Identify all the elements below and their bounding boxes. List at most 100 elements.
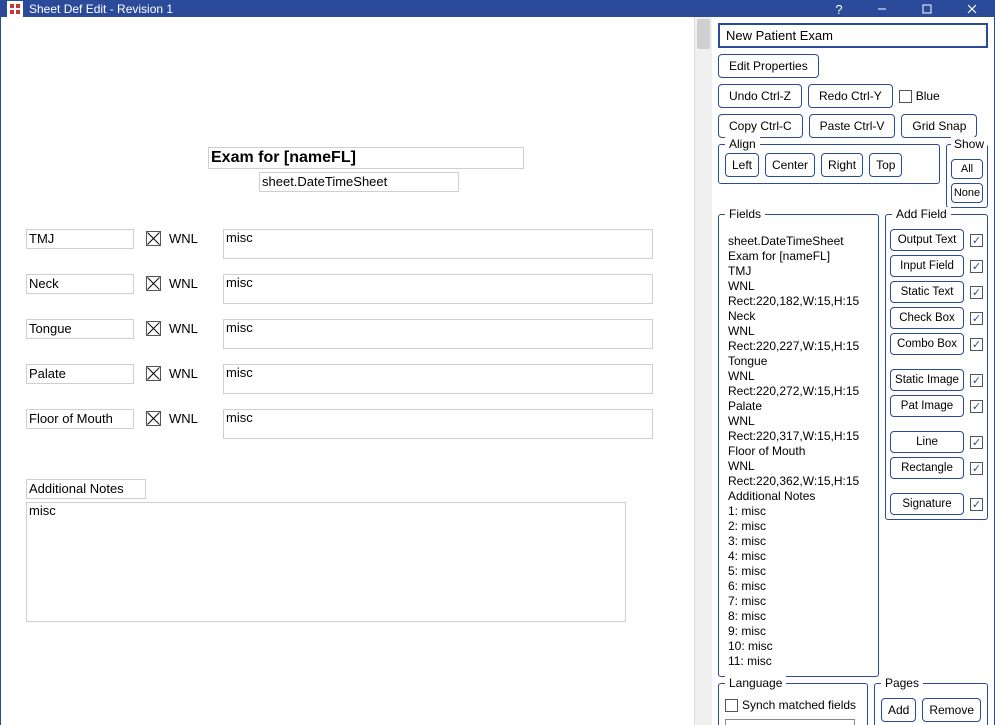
- fields-list-item[interactable]: WNL: [728, 324, 869, 339]
- canvas-check-3[interactable]: [146, 366, 161, 381]
- canvas-wnl-4[interactable]: WNL: [166, 409, 208, 429]
- fields-list-item[interactable]: 11: misc: [728, 654, 869, 669]
- fields-list-item[interactable]: WNL: [728, 369, 869, 384]
- canvas-check-2[interactable]: [146, 321, 161, 336]
- fields-list-item[interactable]: 10: misc: [728, 639, 869, 654]
- fields-list[interactable]: sheet.DateTimeSheetExam for [nameFL]TMJW…: [723, 231, 874, 672]
- blue-checkbox[interactable]: Blue: [899, 89, 940, 103]
- add-input-field-button[interactable]: Input Field: [890, 255, 964, 277]
- fields-list-item[interactable]: 2: misc: [728, 519, 869, 534]
- fields-list-item[interactable]: Tongue: [728, 354, 869, 369]
- fields-list-item[interactable]: sheet.DateTimeSheet: [728, 234, 869, 249]
- canvas-datetime[interactable]: sheet.DateTimeSheet: [259, 172, 459, 192]
- fields-list-item[interactable]: Rect:220,317,W:15,H:15: [728, 429, 869, 444]
- add-static-text-button[interactable]: Static Text: [890, 281, 964, 303]
- canvas-label-4[interactable]: Floor of Mouth: [26, 409, 134, 429]
- add-rectangle-button[interactable]: Rectangle: [890, 457, 964, 479]
- help-button[interactable]: ?: [819, 1, 859, 17]
- show-rectangle-checkbox[interactable]: [970, 462, 983, 475]
- canvas-wnl-2[interactable]: WNL: [166, 319, 208, 339]
- fields-list-item[interactable]: 5: misc: [728, 564, 869, 579]
- canvas-check-1[interactable]: [146, 276, 161, 291]
- canvas-label-3[interactable]: Palate: [26, 364, 134, 384]
- canvas-misc-2[interactable]: misc: [223, 319, 653, 349]
- align-top-button[interactable]: Top: [869, 153, 902, 177]
- fields-list-item[interactable]: TMJ: [728, 264, 869, 279]
- fields-list-item[interactable]: 6: misc: [728, 579, 869, 594]
- canvas-header[interactable]: Exam for [nameFL]: [208, 147, 524, 169]
- fields-list-item[interactable]: WNL: [728, 459, 869, 474]
- add-signature-button[interactable]: Signature: [890, 493, 964, 515]
- fields-list-item[interactable]: 9: misc: [728, 624, 869, 639]
- align-right-button[interactable]: Right: [821, 153, 863, 177]
- copy-button[interactable]: Copy Ctrl-C: [718, 114, 803, 138]
- fields-list-item[interactable]: Neck: [728, 309, 869, 324]
- fields-list-item[interactable]: 1: misc: [728, 504, 869, 519]
- fields-list-item[interactable]: Rect:220,227,W:15,H:15: [728, 339, 869, 354]
- fields-list-item[interactable]: 7: misc: [728, 594, 869, 609]
- show-check-box-checkbox[interactable]: [970, 312, 983, 325]
- page-remove-button[interactable]: Remove: [922, 698, 981, 722]
- show-static-text-checkbox[interactable]: [970, 286, 983, 299]
- fields-list-item[interactable]: Rect:220,182,W:15,H:15: [728, 294, 869, 309]
- fields-list-item[interactable]: Palate: [728, 399, 869, 414]
- canvas-label-2[interactable]: Tongue: [26, 319, 134, 339]
- align-legend: Align: [725, 137, 760, 151]
- fields-list-item[interactable]: 8: misc: [728, 609, 869, 624]
- canvas-wnl-3[interactable]: WNL: [166, 364, 208, 384]
- align-center-button[interactable]: Center: [765, 153, 815, 177]
- fields-list-item[interactable]: Exam for [nameFL]: [728, 249, 869, 264]
- canvas-notes-value[interactable]: misc: [26, 502, 626, 622]
- fields-list-item[interactable]: WNL: [728, 414, 869, 429]
- canvas-misc-4[interactable]: misc: [223, 409, 653, 439]
- maximize-button[interactable]: [904, 1, 949, 17]
- show-input-field-checkbox[interactable]: [970, 260, 983, 273]
- canvas-misc-0[interactable]: misc: [223, 229, 653, 259]
- close-button[interactable]: [949, 1, 994, 17]
- add-line-button[interactable]: Line: [890, 431, 964, 453]
- add-check-box-button[interactable]: Check Box: [890, 307, 964, 329]
- undo-button[interactable]: Undo Ctrl-Z: [718, 84, 802, 108]
- fields-list-item[interactable]: 3: misc: [728, 534, 869, 549]
- show-all-button[interactable]: All: [951, 159, 983, 179]
- show-static-image-checkbox[interactable]: [970, 374, 983, 387]
- add-pat-image-button[interactable]: Pat Image: [890, 395, 964, 417]
- align-left-button[interactable]: Left: [725, 153, 759, 177]
- canvas-wnl-0[interactable]: WNL: [166, 229, 208, 249]
- canvas-misc-3[interactable]: misc: [223, 364, 653, 394]
- gridsnap-button[interactable]: Grid Snap: [901, 114, 977, 138]
- redo-button[interactable]: Redo Ctrl-Y: [808, 84, 893, 108]
- canvas-label-0[interactable]: TMJ: [26, 229, 134, 249]
- show-output-text-checkbox[interactable]: [970, 234, 983, 247]
- canvas-notes-label[interactable]: Additional Notes: [26, 479, 146, 499]
- language-select[interactable]: Default ▾: [725, 719, 855, 725]
- minimize-button[interactable]: [859, 1, 904, 17]
- fields-list-item[interactable]: Additional Notes: [728, 489, 869, 504]
- vertical-scrollbar[interactable]: [694, 17, 712, 725]
- add-combo-box-button[interactable]: Combo Box: [890, 333, 964, 355]
- page-add-button[interactable]: Add: [881, 698, 916, 722]
- blue-label: Blue: [916, 89, 940, 103]
- edit-properties-button[interactable]: Edit Properties: [718, 54, 819, 78]
- sheet-name-field[interactable]: New Patient Exam: [718, 23, 988, 48]
- canvas-label-1[interactable]: Neck: [26, 274, 134, 294]
- canvas-check-0[interactable]: [146, 231, 161, 246]
- fields-list-item[interactable]: Rect:220,362,W:15,H:15: [728, 474, 869, 489]
- fields-list-item[interactable]: WNL: [728, 279, 869, 294]
- show-pat-image-checkbox[interactable]: [970, 400, 983, 413]
- show-line-checkbox[interactable]: [970, 436, 983, 449]
- add-output-text-button[interactable]: Output Text: [890, 229, 964, 251]
- paste-button[interactable]: Paste Ctrl-V: [809, 114, 896, 138]
- show-combo-box-checkbox[interactable]: [970, 338, 983, 351]
- synch-checkbox[interactable]: Synch matched fields: [725, 698, 856, 712]
- fields-list-item[interactable]: Rect:220,272,W:15,H:15: [728, 384, 869, 399]
- fields-list-item[interactable]: Floor of Mouth: [728, 444, 869, 459]
- show-signature-checkbox[interactable]: [970, 498, 983, 511]
- sheet-canvas[interactable]: Exam for [nameFL] sheet.DateTimeSheet TM…: [1, 17, 694, 725]
- canvas-wnl-1[interactable]: WNL: [166, 274, 208, 294]
- fields-list-item[interactable]: 4: misc: [728, 549, 869, 564]
- show-none-button[interactable]: None: [951, 183, 983, 203]
- canvas-misc-1[interactable]: misc: [223, 274, 653, 304]
- add-static-image-button[interactable]: Static Image: [890, 369, 964, 391]
- canvas-check-4[interactable]: [146, 411, 161, 426]
